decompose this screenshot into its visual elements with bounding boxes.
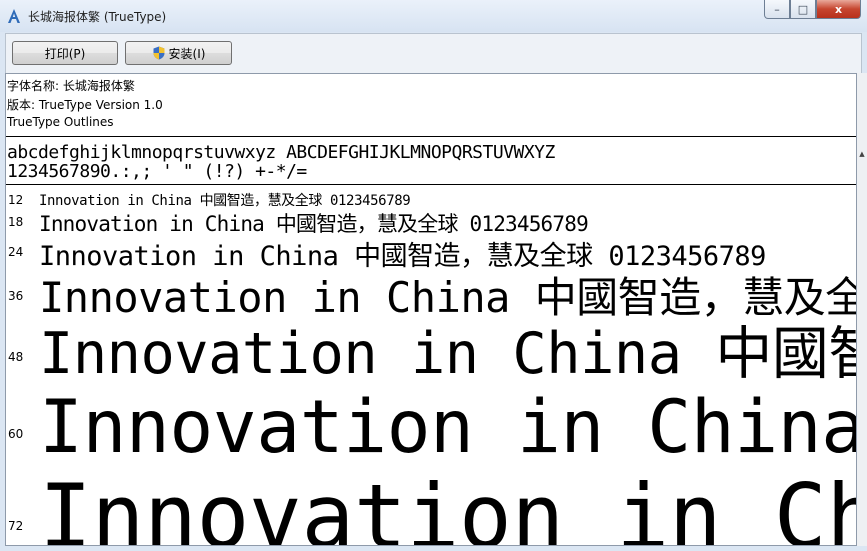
font-version-line: 版本: TrueType Version 1.0 (7, 98, 163, 112)
sample-text: Innovation in China 中國智造，慧及全球 0123456789 (39, 465, 856, 546)
font-outline-line: TrueType Outlines (7, 115, 114, 129)
sample-row-60: 60 Innovation in China 中國智造，慧及全球 0123456… (6, 376, 856, 470)
sample-size-label: 36 (8, 289, 24, 303)
maximize-button[interactable]: □ (790, 0, 816, 19)
print-button[interactable]: 打印(P) (12, 41, 118, 65)
toolbar: 打印(P) 安装(I) (5, 33, 862, 73)
sample-size-label: 60 (8, 427, 24, 441)
sample-size-label: 12 (8, 193, 24, 207)
sample-text: Innovation in China 中國智造，慧及全球 0123456789 (39, 193, 411, 209)
minimize-icon: – (774, 2, 780, 16)
sample-size-label: 48 (8, 350, 24, 364)
divider (6, 136, 856, 137)
charset-line-letters: abcdefghijklmnopqrstuvwxyz ABCDEFGHIJKLM… (7, 142, 555, 163)
install-button-label: 安装(I) (168, 46, 206, 61)
print-button-label: 打印(P) (44, 46, 86, 61)
sample-row-24: 24 Innovation in China 中國智造，慧及全球 0123456… (6, 234, 856, 272)
font-viewer-window: 长城海报体繁 (TrueType) – □ x 打印(P) 安装(I) 字体名称… (0, 0, 867, 551)
shield-icon (153, 46, 165, 60)
font-preview-area: 字体名称: 长城海报体繁 版本: TrueType Version 1.0 Tr… (5, 73, 857, 546)
font-file-icon (8, 9, 20, 23)
vertical-scrollbar[interactable]: ▲ (857, 73, 867, 546)
close-button[interactable]: x (816, 0, 861, 19)
maximize-icon: □ (797, 2, 809, 16)
scroll-up-arrow-icon[interactable]: ▲ (857, 148, 867, 160)
minimize-button[interactable]: – (764, 0, 790, 19)
charset-line-symbols: 1234567890.:,; ' " (!?) +-*/= (7, 161, 307, 182)
sample-size-label: 72 (8, 519, 24, 533)
sample-size-label: 18 (8, 215, 24, 229)
sample-row-72: 72 Innovation in China 中國智造，慧及全球 0123456… (6, 456, 856, 545)
sample-row-12: 12 Innovation in China 中國智造，慧及全球 0123456… (6, 190, 856, 209)
sample-row-48: 48 Innovation in China 中國智造，慧及全球 0123456… (6, 314, 856, 387)
sample-size-label: 24 (8, 245, 24, 259)
window-controls: – □ x (764, 0, 861, 21)
sample-row-18: 18 Innovation in China 中國智造，慧及全球 0123456… (6, 208, 856, 236)
font-name-line: 字体名称: 长城海报体繁 (7, 79, 135, 93)
title-bar: 长城海报体繁 (TrueType) – □ x (0, 0, 867, 32)
window-title: 长城海报体繁 (TrueType) (28, 10, 167, 24)
close-icon: x (834, 2, 843, 16)
divider (6, 184, 856, 185)
install-button[interactable]: 安装(I) (125, 41, 232, 65)
